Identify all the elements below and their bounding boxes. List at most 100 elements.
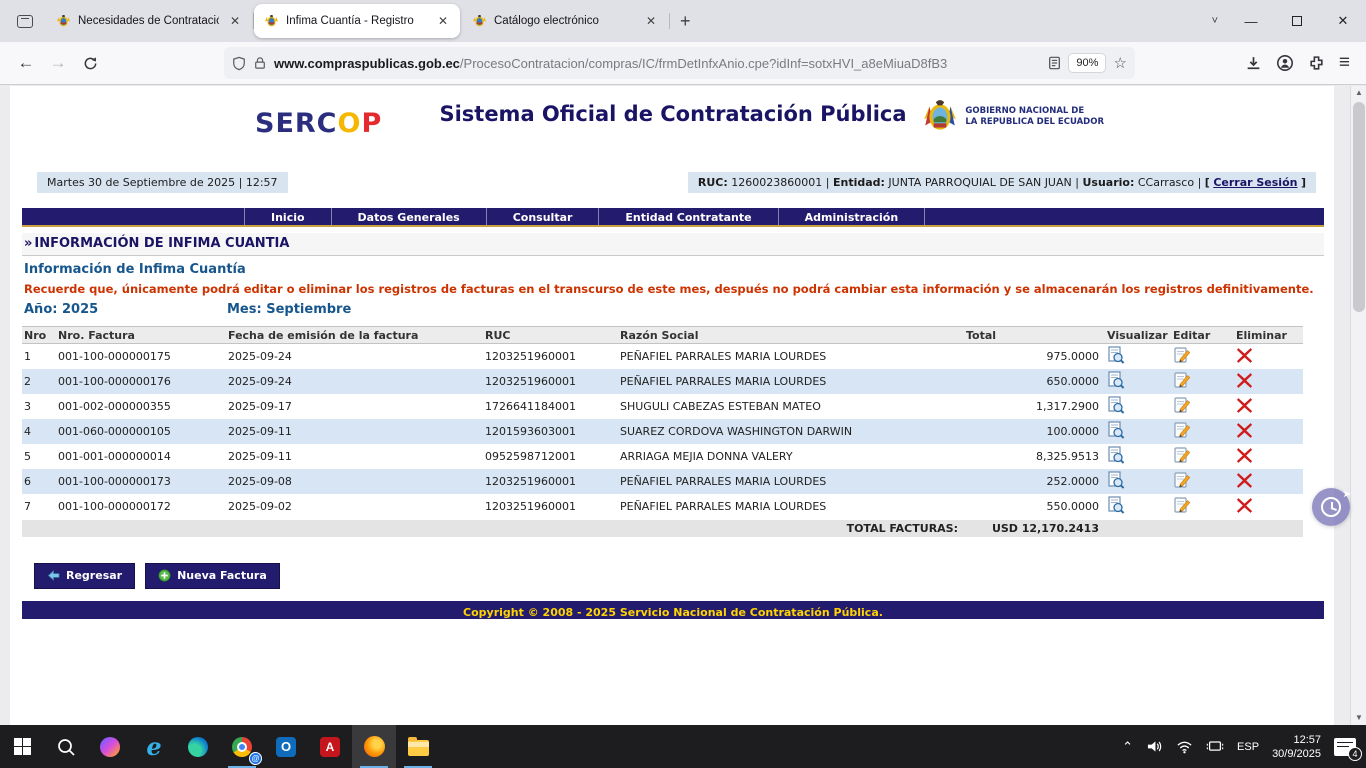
volume-icon[interactable] xyxy=(1146,739,1163,754)
eliminar-icon[interactable] xyxy=(1236,472,1253,492)
windows-logo-icon xyxy=(14,738,31,755)
logout-link[interactable]: Cerrar Sesión xyxy=(1213,176,1297,189)
chrome-button[interactable]: @ xyxy=(220,725,264,768)
editar-icon[interactable] xyxy=(1173,346,1191,367)
editar-icon[interactable] xyxy=(1173,496,1191,517)
back-icon[interactable]: ← xyxy=(10,48,42,78)
firefox-button[interactable] xyxy=(352,725,396,768)
regresar-button[interactable]: Regresar xyxy=(34,563,135,589)
editar-icon[interactable] xyxy=(1173,471,1191,492)
visualizar-icon[interactable] xyxy=(1107,471,1125,492)
visualizar-icon[interactable] xyxy=(1107,446,1125,467)
menu-item-consultar[interactable]: Consultar xyxy=(487,208,600,225)
total-facturas-value: USD 12,170.2413 xyxy=(964,522,1105,535)
list-all-tabs-icon[interactable]: ˅ xyxy=(1202,11,1228,31)
visualizar-icon[interactable] xyxy=(1107,496,1125,517)
notification-badge: 4 xyxy=(1348,747,1362,761)
scroll-down-icon[interactable]: ▼ xyxy=(1351,711,1366,725)
start-button[interactable] xyxy=(0,725,44,768)
editar-icon[interactable] xyxy=(1173,446,1191,467)
firefox-view-icon[interactable] xyxy=(10,7,40,35)
visualizar-icon[interactable] xyxy=(1107,396,1125,417)
taskbar-clock[interactable]: 12:57 30/9/2025 xyxy=(1272,733,1321,761)
menu-item-entidad-contratante[interactable]: Entidad Contratante xyxy=(599,208,778,225)
scroll-up-icon[interactable]: ▲ xyxy=(1351,86,1366,100)
eliminar-icon[interactable] xyxy=(1236,497,1253,517)
site-footer: Copyright © 2008 - 2025 Servicio Naciona… xyxy=(22,601,1324,619)
internet-explorer-button[interactable]: e xyxy=(132,725,176,768)
tab-necesidades[interactable]: Necesidades de Contratación y ✕ xyxy=(46,4,252,38)
tab-close-icon[interactable]: ✕ xyxy=(226,12,244,30)
wifi-icon[interactable] xyxy=(1176,740,1193,754)
menu-hamburger-icon[interactable]: ≡ xyxy=(1339,52,1350,74)
eliminar-icon[interactable] xyxy=(1236,422,1253,442)
outlook-button[interactable]: O xyxy=(264,725,308,768)
section-title-bar: »INFORMACIÓN DE INFIMA CUANTIA xyxy=(22,233,1324,256)
table-row: 3 001-002-000000355 2025-09-17 172664118… xyxy=(22,394,1303,419)
internet-explorer-icon: e xyxy=(146,737,161,757)
connect-display-icon[interactable] xyxy=(1206,739,1224,754)
page-title: Sistema Oficial de Contratación Pública xyxy=(22,102,1324,126)
url-bar[interactable]: www.compraspublicas.gob.ec/ProcesoContra… xyxy=(224,47,1135,79)
reader-mode-icon[interactable] xyxy=(1048,56,1061,70)
menu-item-inicio[interactable]: Inicio xyxy=(244,208,332,225)
search-icon xyxy=(56,737,76,757)
copyright-text: Copyright © 2008 - 2025 Servicio Naciona… xyxy=(463,606,883,619)
session-bar: Martes 30 de Septiembre de 2025 | 12:57 … xyxy=(22,172,1324,198)
ecuador-coat-of-arms-icon xyxy=(923,98,957,136)
window-close-button[interactable]: ✕ xyxy=(1320,0,1366,42)
taskbar-search-button[interactable] xyxy=(44,725,88,768)
file-explorer-button[interactable] xyxy=(396,725,440,768)
warning-text: Recuerde que, únicamente podrá editar o … xyxy=(22,282,1324,296)
visualizar-icon[interactable] xyxy=(1107,371,1125,392)
editar-icon[interactable] xyxy=(1173,371,1191,392)
browser-viewport: SERCOP Sistema Oficial de Contratación P… xyxy=(0,86,1366,725)
datetime-box: Martes 30 de Septiembre de 2025 | 12:57 xyxy=(37,172,288,193)
zoom-level-chip[interactable]: 90% xyxy=(1069,54,1105,72)
reload-icon[interactable] xyxy=(74,48,106,78)
clock-icon xyxy=(1321,497,1341,517)
windows-taskbar: e @ O A ⌃ ESP 12:57 30/9/2025 4 xyxy=(0,725,1366,768)
notification-center-icon[interactable]: 4 xyxy=(1334,738,1356,756)
ecuador-coat-favicon xyxy=(56,14,71,29)
copilot-button[interactable] xyxy=(88,725,132,768)
tab-close-icon[interactable]: ✕ xyxy=(642,12,660,30)
page-scrollbar[interactable]: ▲ ▼ xyxy=(1350,86,1366,725)
extension-overlay-bubble[interactable]: ➤ xyxy=(1312,488,1350,526)
eliminar-icon[interactable] xyxy=(1236,347,1253,367)
window-maximize-button[interactable] xyxy=(1274,0,1320,42)
tab-close-icon[interactable]: ✕ xyxy=(434,12,452,30)
language-indicator[interactable]: ESP xyxy=(1237,741,1259,753)
visualizar-icon[interactable] xyxy=(1107,421,1125,442)
nueva-factura-button[interactable]: Nueva Factura xyxy=(145,563,280,589)
tray-chevron-up-icon[interactable]: ⌃ xyxy=(1122,739,1133,755)
edge-button[interactable] xyxy=(176,725,220,768)
extensions-icon[interactable] xyxy=(1308,55,1325,72)
mes-label: Mes: Septiembre xyxy=(227,302,351,317)
scrollbar-thumb[interactable] xyxy=(1353,102,1365,312)
account-icon[interactable] xyxy=(1276,54,1294,72)
forward-icon[interactable]: → xyxy=(42,48,74,78)
acrobat-button[interactable]: A xyxy=(308,725,352,768)
url-text[interactable]: www.compraspublicas.gob.ec/ProcesoContra… xyxy=(274,56,1040,71)
window-minimize-button[interactable]: — xyxy=(1228,0,1274,42)
rocket-icon: ➤ xyxy=(1343,489,1351,500)
browser-nav-bar: ← → www.compraspublicas.gob.ec/ProcesoCo… xyxy=(0,42,1366,85)
tab-infima-cuantia[interactable]: Infima Cuantía - Registro ✕ xyxy=(254,4,460,38)
eliminar-icon[interactable] xyxy=(1236,372,1253,392)
editar-icon[interactable] xyxy=(1173,396,1191,417)
eliminar-icon[interactable] xyxy=(1236,447,1253,467)
downloads-icon[interactable] xyxy=(1245,55,1262,72)
visualizar-icon[interactable] xyxy=(1107,346,1125,367)
table-row: 4 001-060-000000105 2025-09-11 120159360… xyxy=(22,419,1303,444)
editar-icon[interactable] xyxy=(1173,421,1191,442)
facturas-table: Nro Nro. Factura Fecha de emisión de la … xyxy=(22,326,1303,537)
chrome-icon xyxy=(232,737,252,757)
menu-item-datos-generales[interactable]: Datos Generales xyxy=(332,208,487,225)
tab-catalogo[interactable]: Catálogo electrónico ✕ xyxy=(462,4,668,38)
browser-tab-bar: Necesidades de Contratación y ✕ Infima C… xyxy=(0,0,1366,42)
eliminar-icon[interactable] xyxy=(1236,397,1253,417)
new-tab-button[interactable]: + xyxy=(670,9,701,34)
bookmark-star-icon[interactable]: ☆ xyxy=(1113,54,1126,72)
menu-item-administracion[interactable]: Administración xyxy=(779,208,926,225)
